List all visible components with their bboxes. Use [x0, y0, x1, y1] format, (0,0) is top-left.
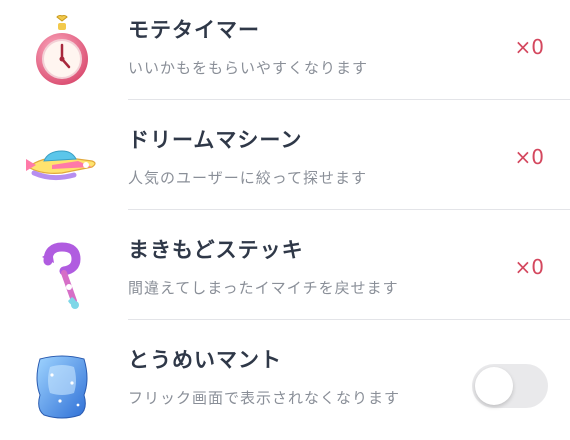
item-description: いいかもをもらいやすくなります: [128, 59, 369, 77]
item-description: 間違えてしまったイマイチを戻せます: [128, 279, 399, 297]
stopwatch-icon: [22, 15, 102, 95]
item-list: モテタイマー いいかもをもらいやすくなります ×0 ドリームマシーン 人気のユー…: [0, 0, 570, 426]
item-count: ×0: [514, 145, 544, 169]
list-item-rewind-wand[interactable]: まきもどステッキ 間違えてしまったイマイチを戻せます ×0: [0, 220, 570, 330]
divider: [128, 209, 570, 210]
item-title: モテタイマー: [128, 18, 260, 42]
list-item-mote-timer[interactable]: モテタイマー いいかもをもらいやすくなります ×0: [0, 0, 570, 110]
list-item-dream-machine[interactable]: ドリームマシーン 人気のユーザーに絞って探せます ×0: [0, 110, 570, 220]
item-count: ×0: [514, 35, 544, 59]
toggle-knob: [475, 367, 513, 405]
item-title: ドリームマシーン: [128, 128, 303, 152]
rewind-wand-icon: [22, 235, 102, 315]
invisible-cloak-icon: [22, 345, 102, 425]
invisible-cloak-toggle[interactable]: [472, 364, 548, 408]
divider: [128, 99, 570, 100]
divider: [128, 319, 570, 320]
item-description: 人気のユーザーに絞って探せます: [128, 169, 367, 187]
item-title: とうめいマント: [128, 348, 282, 372]
list-item-invisible-cloak: とうめいマント フリック画面で表示されなくなります: [0, 330, 570, 440]
item-title: まきもどステッキ: [128, 238, 304, 262]
item-count: ×0: [514, 255, 544, 279]
dream-machine-icon: [22, 125, 102, 205]
item-description: フリック画面で表示されなくなります: [128, 389, 401, 407]
